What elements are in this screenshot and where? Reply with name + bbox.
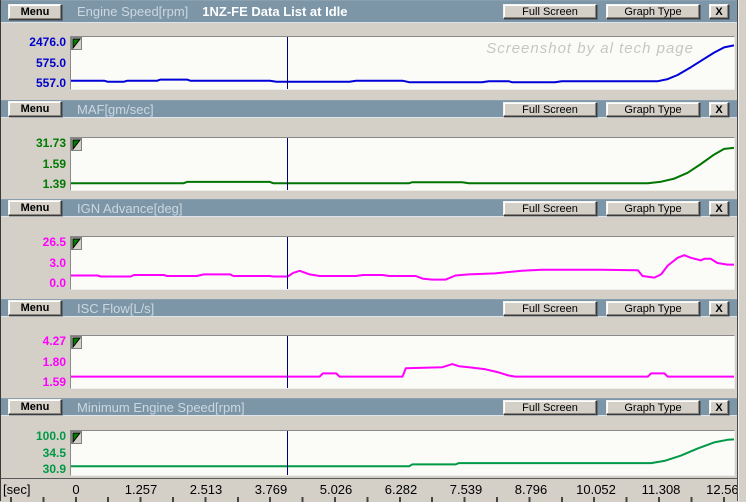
readout-min: 30.9 [0,463,66,476]
marker-grip-icon[interactable] [71,37,82,50]
tick-label: 10.052 [576,482,616,497]
readout-cursor: 575.0 [0,57,66,70]
marker-grip-icon[interactable] [71,237,82,250]
cursor-line[interactable] [287,37,288,89]
plot-area[interactable] [70,335,735,389]
diagnostic-graph-window: Menu Engine Speed[rpm] 1NZ-FE Data List … [0,0,746,501]
tick-label: 5.026 [320,482,353,497]
menu-button[interactable]: Menu [8,4,62,20]
y-axis-readouts: 26.5 3.0 0.0 [0,236,66,290]
full-screen-button[interactable]: Full Screen [503,102,597,117]
min-engine-speed-line [71,431,734,475]
graph-type-button[interactable]: Graph Type [606,301,700,316]
tick-label: 0 [72,482,79,497]
readout-min: 0.0 [0,277,66,290]
panel-title: ISC Flow[L/s] [77,301,154,316]
full-screen-button[interactable]: Full Screen [503,400,597,415]
menu-button[interactable]: Menu [8,101,62,117]
y-axis-readouts: 4.27 1.80 1.59 [0,335,66,389]
marker-grip-icon[interactable] [71,431,82,444]
panel-title: Engine Speed[rpm] [77,4,188,19]
readout-max: 4.27 [0,335,66,348]
full-screen-button[interactable]: Full Screen [503,201,597,216]
readout-max: 100.0 [0,430,66,443]
graph-type-button[interactable]: Graph Type [606,102,700,117]
close-button[interactable]: X [709,201,729,216]
cursor-line[interactable] [287,336,288,388]
readout-min: 557.0 [0,77,66,90]
menu-button[interactable]: Menu [8,200,62,216]
panel-header: Menu ISC Flow[L/s] Full Screen Graph Typ… [0,299,738,317]
tick-label: 8.796 [515,482,548,497]
plot-area[interactable] [70,137,735,191]
panel-title: Minimum Engine Speed[rpm] [77,400,245,415]
readout-cursor: 3.0 [0,257,66,270]
menu-button[interactable]: Menu [8,399,62,415]
maf-line [71,138,734,190]
graph-panel-min-engine-speed: Menu Minimum Engine Speed[rpm] Full Scre… [0,398,738,478]
graph-panel-engine-speed: Menu Engine Speed[rpm] 1NZ-FE Data List … [0,0,738,100]
graph-panel-isc-flow: Menu ISC Flow[L/s] Full Screen Graph Typ… [0,299,738,398]
window-left-frame [0,0,1,501]
time-axis: [sec] 0 1.257 2.513 3.769 5.026 6.282 7.… [0,478,746,502]
tick-label: 1.257 [125,482,158,497]
graph-panel-maf: Menu MAF[gm/sec] Full Screen Graph Type … [0,100,738,199]
graph-type-button[interactable]: Graph Type [606,400,700,415]
readout-cursor: 1.59 [0,158,66,171]
readout-cursor: 1.80 [0,356,66,369]
time-axis-unit: [sec] [3,482,30,497]
tick-label: 3.769 [255,482,288,497]
graph-type-button[interactable]: Graph Type [606,4,700,19]
marker-grip-icon[interactable] [71,336,82,349]
graph-panel-ign-advance: Menu IGN Advance[deg] Full Screen Graph … [0,199,738,299]
cursor-line[interactable] [287,237,288,289]
ign-advance-line [71,237,734,289]
readout-max: 26.5 [0,236,66,249]
tick-label: 11.308 [642,482,681,497]
menu-button[interactable]: Menu [8,300,62,316]
panel-header: Menu MAF[gm/sec] Full Screen Graph Type … [0,100,738,118]
close-button[interactable]: X [709,102,729,117]
tick-label: 7.539 [450,482,483,497]
panel-header: Menu Minimum Engine Speed[rpm] Full Scre… [0,398,738,416]
panel-header: Menu Engine Speed[rpm] 1NZ-FE Data List … [0,0,738,23]
tick-label: 2.513 [190,482,223,497]
readout-max: 31.73 [0,137,66,150]
readout-min: 1.39 [0,178,66,191]
readout-cursor: 34.5 [0,447,66,460]
y-axis-readouts: 100.0 34.5 30.9 [0,430,66,476]
full-screen-button[interactable]: Full Screen [503,4,597,19]
full-screen-button[interactable]: Full Screen [503,301,597,316]
y-axis-readouts: 31.73 1.59 1.39 [0,137,66,191]
panel-title: IGN Advance[deg] [77,201,183,216]
watermark: Screenshot by al tech page [486,40,694,57]
close-button[interactable]: X [709,400,729,415]
window-right-frame [737,0,746,501]
cursor-line[interactable] [287,138,288,190]
cursor-line[interactable] [287,431,288,475]
close-button[interactable]: X [709,301,729,316]
tick-marks [10,497,744,502]
close-button[interactable]: X [709,4,729,19]
isc-flow-line [71,336,734,388]
readout-max: 2476.0 [0,36,66,49]
plot-area[interactable]: Screenshot by al tech page [70,36,735,90]
plot-area[interactable] [70,430,735,476]
panel-title: MAF[gm/sec] [77,102,154,117]
y-axis-readouts: 2476.0 575.0 557.0 [0,36,66,90]
panel-header: Menu IGN Advance[deg] Full Screen Graph … [0,199,738,217]
readout-min: 1.59 [0,376,66,389]
tick-label: 6.282 [385,482,418,497]
marker-grip-icon[interactable] [71,138,82,151]
plot-area[interactable] [70,236,735,290]
window-title: 1NZ-FE Data List at Idle [202,4,347,19]
graph-type-button[interactable]: Graph Type [606,201,700,216]
